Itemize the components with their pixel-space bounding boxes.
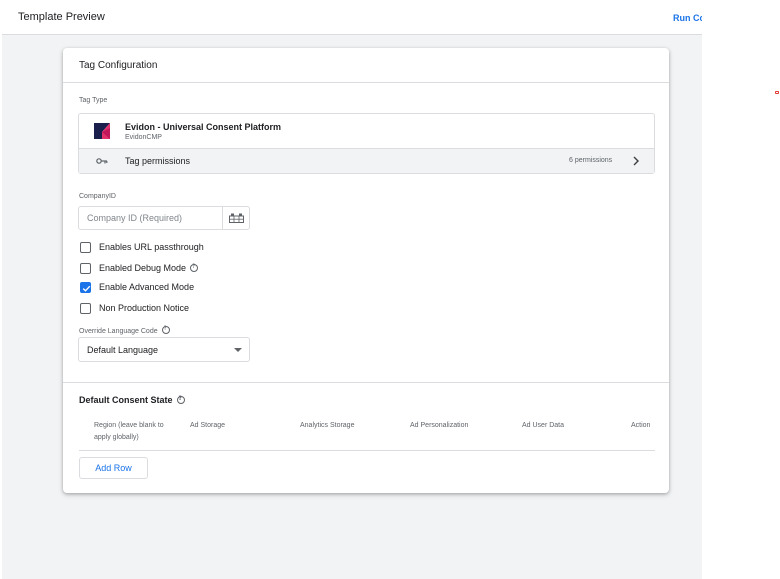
debug-mode-checkbox[interactable] (80, 263, 91, 274)
language-selected-value: Default Language (87, 345, 159, 355)
tag-type-sub: EvidonCMP (125, 134, 162, 141)
url-passthrough-checkbox[interactable] (80, 242, 91, 253)
tag-type-label: Tag Type (79, 97, 108, 104)
chevron-right-icon (633, 156, 639, 166)
column-header-ad-personalization: Ad Personalization (410, 422, 469, 429)
dropdown-caret-icon (234, 348, 242, 352)
tag-type-selector[interactable]: Evidon - Universal Consent Platform Evid… (79, 114, 654, 148)
tag-permissions-label: Tag permissions (125, 156, 191, 166)
column-header-ad-user-data: Ad User Data (522, 422, 565, 429)
override-language-label-wrap: Override Language Code (79, 325, 170, 335)
non-production-notice-checkbox[interactable] (80, 303, 91, 314)
column-header-analytics-storage: Analytics Storage (300, 422, 355, 429)
help-icon[interactable] (161, 325, 170, 334)
card-title: Tag Configuration (79, 60, 158, 71)
default-consent-title: Default Consent State (79, 395, 173, 405)
default-consent-title-wrap: Default Consent State (79, 395, 185, 405)
url-passthrough-label: Enables URL passthrough (99, 242, 204, 252)
top-bar: Template Preview Run Co (2, 0, 702, 35)
non-production-notice-label: Non Production Notice (99, 303, 190, 313)
add-row-button[interactable]: Add Row (79, 457, 148, 479)
input-divider (222, 207, 223, 229)
tag-type-box: Evidon - Universal Consent Platform Evid… (78, 113, 655, 174)
company-id-label: CompanyID (79, 193, 116, 200)
run-code-button[interactable]: Run Co (673, 13, 702, 23)
column-header-action: Action (631, 422, 651, 429)
tag-configuration-card: Tag Configuration Tag Type Evidon - Univ… (63, 48, 669, 493)
language-select[interactable]: Default Language (78, 337, 250, 362)
page-title: Template Preview (18, 11, 105, 23)
help-icon[interactable] (176, 395, 185, 404)
help-icon[interactable] (190, 263, 199, 272)
red-marker-icon (775, 91, 779, 94)
debug-mode-label: Enabled Debug Mode (99, 263, 187, 273)
tag-permissions-row[interactable]: Tag permissions 6 permissions (79, 148, 654, 173)
card-header: Tag Configuration (63, 48, 669, 83)
company-id-field (78, 206, 250, 230)
key-icon (96, 158, 108, 164)
permissions-count: 6 permissions (569, 157, 613, 164)
variable-brick-icon[interactable] (229, 213, 244, 223)
column-header-ad-storage: Ad Storage (190, 422, 226, 429)
company-id-input[interactable] (80, 208, 220, 228)
tag-type-name: Evidon - Universal Consent Platform (125, 122, 282, 132)
evidon-logo-icon (94, 123, 110, 139)
advanced-mode-checkbox[interactable] (80, 282, 91, 293)
template-preview-panel: Template Preview Run Co Tag Configuratio… (2, 0, 702, 579)
debug-mode-label-wrap: Enabled Debug Mode (99, 263, 199, 273)
column-header-region: Region (leave blank to apply globally) (94, 422, 164, 441)
table-divider (79, 450, 655, 451)
override-language-label: Override Language Code (79, 328, 158, 335)
section-divider (63, 382, 669, 383)
checkmark-icon (82, 285, 91, 292)
advanced-mode-label: Enable Advanced Mode (99, 282, 195, 292)
